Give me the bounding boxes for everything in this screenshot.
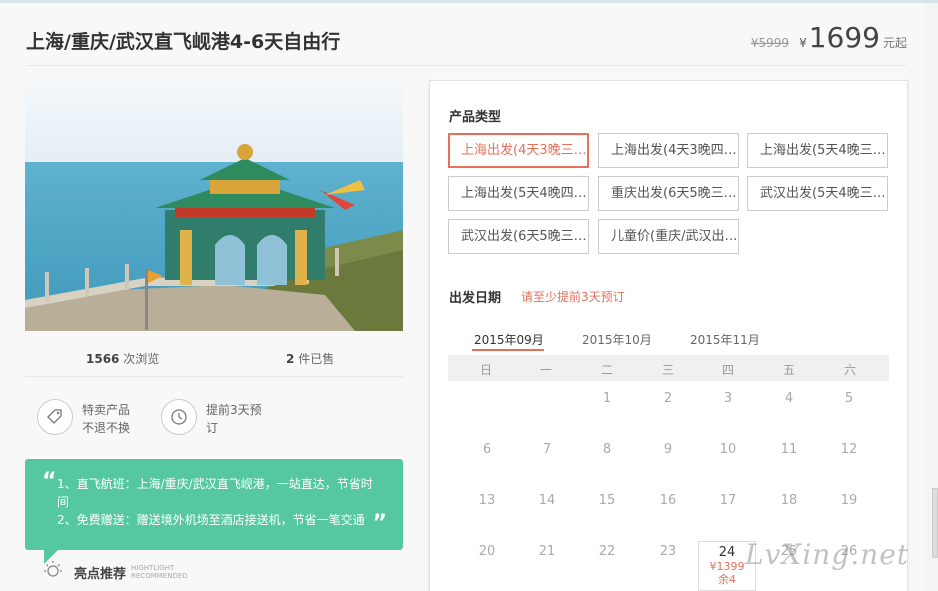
calendar-day: 21: [538, 544, 556, 559]
product-title: 上海/重庆/武汉直飞岘港4-6天自由行: [26, 31, 341, 53]
calendar-day: 11: [780, 442, 798, 457]
current-price: 1699: [808, 21, 880, 54]
month-tab-nov[interactable]: 2015年11月: [690, 331, 760, 348]
booking-notice: 请至少提前3天预订: [521, 290, 625, 304]
sold-stat: 2 件已售: [286, 350, 334, 367]
header-divider: [26, 65, 906, 66]
calendar-day: 23: [659, 544, 677, 559]
product-type-option[interactable]: 武汉出发(6天5晚三…: [448, 219, 589, 254]
product-type-option[interactable]: 武汉出发(5天4晚三…: [747, 176, 888, 211]
weekday: 四: [721, 363, 734, 377]
price-unit: 元起: [882, 36, 907, 50]
feature-advance-booking: 提前3天预 订: [161, 399, 262, 437]
product-type-option[interactable]: 上海出发(4天3晚四…: [598, 133, 739, 168]
feature-badges: 特卖产品 不退不换 提前3天预 订: [25, 391, 403, 447]
calendar-day: 14: [538, 493, 556, 508]
scrollbar-thumb[interactable]: [932, 488, 938, 558]
weekday-header: 日 一 二 三 四 五 六: [448, 355, 889, 381]
currency-symbol: ¥: [799, 36, 807, 50]
calendar-day: 8: [602, 442, 612, 457]
feature-special-sale: 特卖产品 不退不换: [37, 399, 130, 437]
clock-icon: [161, 399, 197, 435]
highlight-item: 2、免费赠送：赠送境外机场至酒店接送机，节省一笔交通: [57, 513, 365, 527]
highlight-item: 1、直飞航班：上海/重庆/武汉直飞岘港，一站直达，节省时间: [57, 477, 373, 509]
weekday: 一: [539, 363, 552, 377]
weekday: 三: [661, 363, 674, 377]
calendar-day: 7: [542, 442, 552, 457]
stats-bar: 1566 次浏览 2 件已售: [25, 341, 403, 377]
calendar-day: 12: [840, 442, 858, 457]
weekday: 六: [843, 363, 856, 377]
highlight-label-en-2: RECOMMENDED: [131, 572, 188, 580]
view-stat: 1566 次浏览: [86, 350, 159, 367]
calendar-day: 19: [840, 493, 858, 508]
calendar-day: 16: [659, 493, 677, 508]
feature-line: 订: [206, 421, 219, 435]
available-date-remaining: 余4: [718, 573, 736, 586]
product-type-title: 产品类型: [449, 110, 502, 125]
site-watermark: LvXing.net: [745, 538, 910, 571]
tag-icon: [37, 399, 73, 435]
calendar-day: 6: [482, 442, 492, 457]
product-type-option[interactable]: 儿童价(重庆/武汉出…: [598, 219, 739, 254]
open-quote-icon: “: [42, 469, 57, 494]
highlight-label: 亮点推荐: [74, 566, 127, 582]
calendar-day: 2: [663, 391, 673, 406]
sold-label: 件已售: [298, 352, 335, 366]
original-price: ¥5999: [750, 36, 790, 50]
weekday: 五: [782, 363, 795, 377]
feature-line: 特卖产品: [82, 403, 131, 417]
calendar-day: 1: [602, 391, 612, 406]
feature-line: 不退不换: [82, 421, 131, 435]
calendar-day: 17: [719, 493, 737, 508]
highlight-label-en: HIGHTLIGHT RECOMMENDED: [131, 564, 188, 580]
calendar-day: 20: [478, 544, 496, 559]
calendar-day: 9: [663, 442, 673, 457]
product-type-option[interactable]: 重庆出发(6天5晚三…: [598, 176, 739, 211]
calendar-day: 22: [598, 544, 616, 559]
booking-panel: 产品类型 上海出发(4天3晚三… 上海出发(4天3晚四… 上海出发(5天4晚三……: [429, 80, 908, 591]
active-month-indicator: [472, 349, 544, 351]
calendar-day: 10: [719, 442, 737, 457]
calendar-day: 18: [780, 493, 798, 508]
weekday: 日: [479, 363, 492, 377]
calendar-day: 4: [784, 391, 794, 406]
product-type-option[interactable]: 上海出发(5天4晚四…: [448, 176, 589, 211]
view-count: 1566: [86, 352, 120, 366]
close-quote-icon: ”: [372, 511, 387, 536]
calendar-day: 13: [478, 493, 496, 508]
highlight-footer: 亮点推荐 HIGHTLIGHT RECOMMENDED: [42, 559, 188, 585]
calendar-day: 5: [844, 391, 854, 406]
calendar-day: 3: [723, 391, 733, 406]
highlight-label-en-1: HIGHTLIGHT: [131, 564, 175, 572]
product-type-option[interactable]: 上海出发(4天3晚三…: [448, 133, 589, 168]
calendar-day: 15: [598, 493, 616, 508]
highlight-box: “ 1、直飞航班：上海/重庆/武汉直飞岘港，一站直达，节省时间 2、免费赠送：赠…: [25, 459, 403, 550]
month-tab-sep[interactable]: 2015年09月: [474, 331, 544, 348]
weekday: 二: [600, 363, 613, 377]
sold-count: 2: [286, 352, 295, 366]
product-photo[interactable]: [25, 80, 403, 331]
product-type-option[interactable]: 上海出发(5天4晚三…: [747, 133, 888, 168]
feature-line: 提前3天预: [206, 403, 262, 417]
view-label: 次浏览: [123, 352, 160, 366]
month-tab-oct[interactable]: 2015年10月: [582, 331, 652, 348]
price-block: ¥5999 ¥ 1699 元起: [751, 21, 907, 54]
gate-photo-image: [25, 80, 403, 331]
product-page: 上海/重庆/武汉直飞岘港4-6天自由行 ¥5999 ¥ 1699 元起 1566…: [0, 3, 925, 591]
departure-date-title: 出发日期: [449, 291, 502, 306]
sun-icon: [42, 559, 64, 585]
